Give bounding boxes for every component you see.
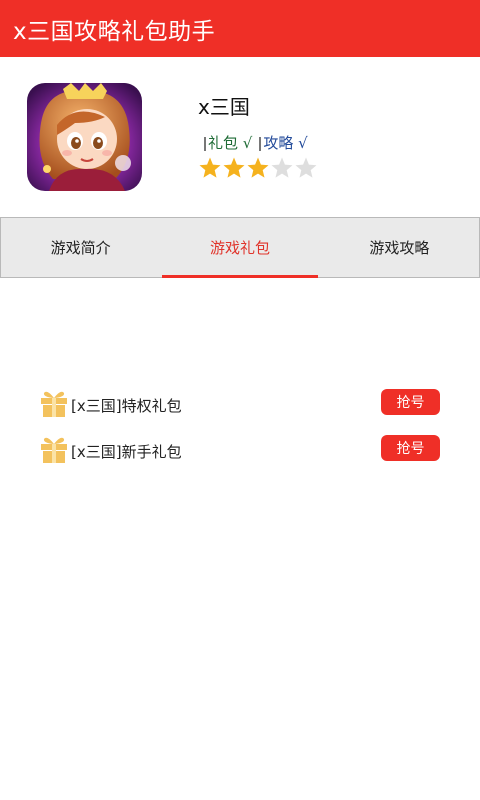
star-filled-icon	[247, 157, 269, 178]
grab-code-button[interactable]: 抢号	[381, 389, 440, 415]
gift-name: [x三国]新手礼包	[71, 443, 182, 461]
tab-game-gifts[interactable]: 游戏礼包	[160, 218, 319, 278]
game-avatar-icon	[27, 83, 142, 191]
tab-label: 游戏简介	[50, 239, 111, 257]
gift-box-icon	[40, 389, 68, 417]
list-item: [x三国]新手礼包 抢号	[0, 434, 480, 480]
game-name: x三国	[198, 95, 250, 119]
app-title: x三国攻略礼包助手	[13, 18, 216, 45]
gift-tag: 礼包 √	[204, 132, 252, 153]
tab-active-indicator	[162, 275, 318, 278]
app-bar: x三国攻略礼包助手	[0, 0, 480, 57]
star-rating	[198, 156, 318, 180]
star-empty-icon	[271, 157, 293, 178]
tab-game-intro[interactable]: 游戏简介	[1, 218, 160, 277]
grab-code-button[interactable]: 抢号	[381, 435, 440, 461]
tab-label: 游戏攻略	[369, 239, 430, 257]
tag-divider	[204, 136, 206, 151]
guide-tag: 攻略 √	[259, 132, 308, 153]
star-filled-icon	[223, 157, 245, 178]
gift-list: [x三国]特权礼包 抢号 [x三国]新手礼包 抢号	[0, 388, 480, 480]
gift-tag-label: 礼包 √	[208, 134, 253, 152]
tag-divider	[259, 136, 262, 151]
star-filled-icon	[199, 157, 221, 178]
gift-box-icon	[40, 435, 68, 463]
gift-name: [x三国]特权礼包	[71, 397, 182, 415]
list-item: [x三国]特权礼包 抢号	[0, 388, 480, 434]
game-tags: 礼包 √ 攻略 √	[204, 132, 315, 153]
tab-bar: 游戏简介 游戏礼包 游戏攻略	[0, 217, 480, 278]
tab-label: 游戏礼包	[209, 239, 270, 257]
guide-tag-label: 攻略 √	[263, 134, 308, 152]
star-empty-icon	[295, 157, 317, 178]
game-header: x三国 礼包 √ 攻略 √	[0, 57, 480, 217]
tab-game-guides[interactable]: 游戏攻略	[320, 218, 479, 277]
